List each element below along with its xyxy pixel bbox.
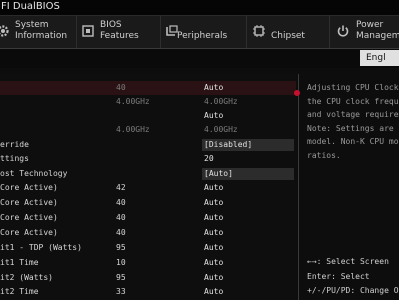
title-bar: FI DualBIOS (0, 0, 399, 16)
help-line: the CPU clock freque (307, 96, 399, 106)
power-icon (336, 24, 350, 38)
main-tab-bar: System Information BIOS Features Periphera… (0, 16, 399, 49)
settings-row[interactable]: erride [Disabled] (0, 138, 296, 152)
help-panel: Adjusting CPU Clock the CPU clock freque… (307, 81, 399, 162)
settings-row[interactable]: it1 Time 10 Auto (0, 256, 296, 270)
tab-label-power-management: PowerManagement (356, 20, 399, 41)
panel-divider (298, 74, 299, 300)
tab-label-chipset: Chipset (271, 31, 305, 41)
settings-row[interactable]: ost Technology [Auto] (0, 167, 296, 181)
settings-row[interactable]: it2 (Watts) 95 Auto (0, 271, 296, 285)
key-legend: ←→: Select Screen Enter: Select +/-/PU/P… (307, 255, 399, 299)
tab-label-peripherals: Peripherals (177, 31, 228, 41)
tab-system-information[interactable]: System Information (0, 16, 77, 48)
key-hint-change-option: +/-/PU/PD: Change Op (307, 286, 399, 295)
help-line: and voltage requirem (307, 110, 399, 119)
help-line: Adjusting CPU Clock (307, 83, 399, 92)
settings-row[interactable]: Auto (0, 109, 296, 123)
tab-peripherals[interactable]: Peripherals (161, 16, 247, 48)
help-line: ratios. (307, 150, 341, 160)
settings-row[interactable]: 4.00GHz 4.00GHz (0, 123, 296, 137)
settings-row[interactable]: Core Active) 40 Auto (0, 211, 296, 225)
help-line: Note: Settings are c (307, 123, 399, 133)
tab-label-bios-features: BIOS Features (100, 20, 139, 41)
chipset-icon (252, 24, 266, 38)
help-line: model. Non-K CPU mod (307, 137, 399, 146)
settings-row[interactable]: Core Active) 40 Auto (0, 196, 296, 210)
tab-power-management[interactable]: PowerManagement (330, 16, 399, 48)
settings-row[interactable]: it1 - TDP (Watts) 95 Auto (0, 241, 296, 255)
window-title: FI DualBIOS (1, 1, 60, 12)
settings-row[interactable]: 4.00GHz 4.00GHz (0, 95, 296, 109)
tab-chipset[interactable]: Chipset (247, 16, 330, 48)
key-hint-select: Enter: Select (307, 271, 370, 281)
language-bar: Engl (0, 49, 399, 68)
settings-row[interactable]: Core Active) 42 Auto (0, 181, 296, 195)
key-hint-select-screen: ←→: Select Screen (307, 257, 389, 266)
language-button[interactable]: Engl (360, 50, 399, 66)
tab-bios-features[interactable]: BIOS Features (77, 16, 161, 48)
bios-chip-icon (81, 24, 95, 38)
gear-icon (0, 24, 10, 38)
settings-row[interactable]: ttings 20 (0, 152, 296, 166)
settings-row[interactable]: Core Active) 40 Auto (0, 226, 296, 240)
settings-list: 40 Auto 4.00GHz 4.00GHz Auto 4.00GHz 4.0… (0, 74, 296, 300)
settings-row[interactable]: it2 Time 33 Auto (0, 285, 296, 299)
settings-row[interactable]: 40 Auto (0, 81, 296, 95)
selection-marker-icon (294, 90, 300, 96)
tab-label-system-information: System Information (15, 20, 68, 41)
